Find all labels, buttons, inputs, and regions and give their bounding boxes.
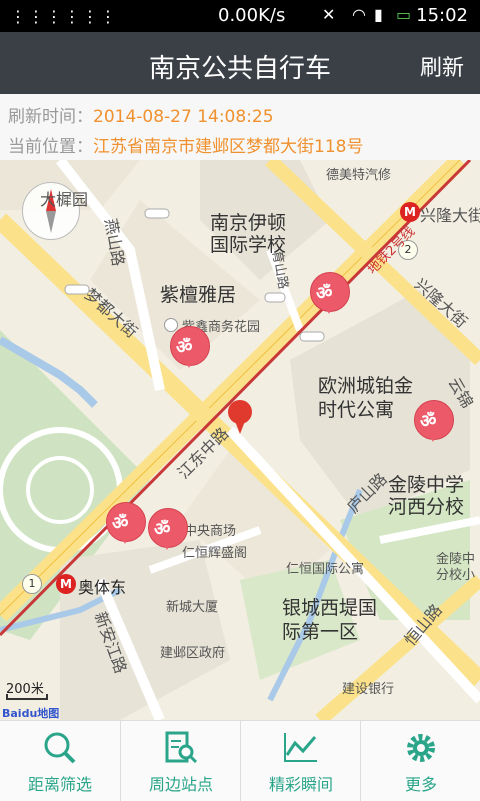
chart-icon (284, 733, 317, 762)
tab-label: 更多 (404, 775, 437, 794)
map-label-demeite: 德美特汽修 (326, 168, 392, 183)
search-icon (44, 732, 76, 764)
metro-station-icon: M (400, 202, 420, 222)
location-value: 江苏省南京市建邺区梦都大街118号 (93, 137, 364, 157)
bike-station-pin[interactable]: ॐ (148, 508, 188, 556)
tab-highlights[interactable]: 精彩瞬间 (241, 721, 361, 801)
tab-label: 距离筛选 (27, 775, 92, 794)
info-panel: 刷新时间：2014-08-27 14:08:25 当前位置：江苏省南京市建邺区梦… (0, 94, 480, 161)
map-label-jianyequ: 建邺区政府 (160, 646, 226, 661)
map-scale-bar (6, 694, 48, 700)
clock: 15:02 (416, 5, 468, 26)
map-view[interactable]: 大樨园 德美特汽修 M 兴隆大街 南京伊顿 国际学校 燕山路 2 紫檀雅居 育山… (0, 160, 480, 720)
metro-line-1-badge: 1 (22, 574, 42, 594)
refresh-time-label: 刷新时间： (8, 107, 93, 127)
map-label-renhenghui: 仁恒辉盛阁 (182, 546, 248, 561)
map-label-yidun-school: 南京伊顿 国际学校 (210, 212, 287, 256)
app-title: 南京公共自行车 (148, 54, 331, 84)
map-label-aotidong: 奥体东 (78, 578, 127, 597)
map-label-jinling-school: 金陵中学 河西分校 (388, 474, 465, 518)
tab-label: 周边站点 (148, 775, 213, 794)
map-label-renhengguoji: 仁恒国际公寓 (286, 562, 365, 577)
title-bar: 南京公共自行车 刷新 (0, 32, 480, 94)
location-row: 当前位置：江苏省南京市建邺区梦都大街118号 (8, 132, 363, 157)
gear-icon (407, 734, 435, 762)
mute-icon: ✕ (322, 5, 336, 24)
map-label-zhongyang: 中央商场 (184, 524, 237, 539)
map-label-xinchengdasha: 新城大厦 (166, 600, 219, 615)
bike-station-pin[interactable]: ॐ (106, 502, 146, 550)
notification-icons: ⋮⋮⋮⋮⋮⋮ (10, 7, 118, 26)
tab-distance-filter[interactable]: 距离筛选 (0, 721, 120, 801)
map-label-dameiyuan: 大樨园 (40, 190, 89, 209)
metro-station-aotidong-icon: M (56, 574, 76, 594)
network-speed: 0.00K/s (218, 5, 286, 26)
wifi-icon: ◠ (352, 5, 366, 24)
bike-station-pin[interactable]: ॐ (170, 326, 210, 374)
baidu-map-logo: Baidu地图 (2, 707, 60, 720)
bottom-tab-bar: 距离筛选 周边站点 精彩瞬间 更多 (0, 720, 480, 801)
tab-nearby-stations[interactable]: 周边站点 (121, 721, 241, 801)
current-location-pin-icon (228, 400, 252, 436)
map-label-ouzhoucheng: 欧洲城铂金 时代公寓 (318, 375, 414, 421)
tab-label: 精彩瞬间 (268, 775, 333, 794)
location-label: 当前位置： (8, 137, 93, 157)
bike-station-pin[interactable]: ॐ (310, 272, 350, 320)
tab-more[interactable]: 更多 (361, 721, 480, 801)
refresh-time-row: 刷新时间：2014-08-27 14:08:25 (8, 102, 274, 127)
nearby-station-icon (165, 731, 198, 764)
status-bar: ⋮⋮⋮⋮⋮⋮ 0.00K/s ✕ ◠ ▮ ▭ 15:02 (0, 0, 480, 32)
signal-icon: ▮ (374, 5, 383, 24)
battery-icon: ▭ (396, 5, 412, 24)
refresh-button[interactable]: 刷新 (420, 50, 464, 82)
bike-station-pin[interactable]: ॐ (414, 400, 454, 448)
map-label-xinglong-top: 兴隆大街 (420, 206, 480, 225)
map-label-zitanyaju: 紫檀雅居 (160, 284, 237, 306)
refresh-time-value: 2014-08-27 14:08:25 (93, 107, 274, 127)
map-label-jinling-small: 金陵中 分校小 (436, 552, 476, 583)
map-label-yinchengxidi: 银城西堤国 际第一区 (282, 597, 378, 643)
map-label-jianshebank: 建设银行 (342, 682, 395, 697)
